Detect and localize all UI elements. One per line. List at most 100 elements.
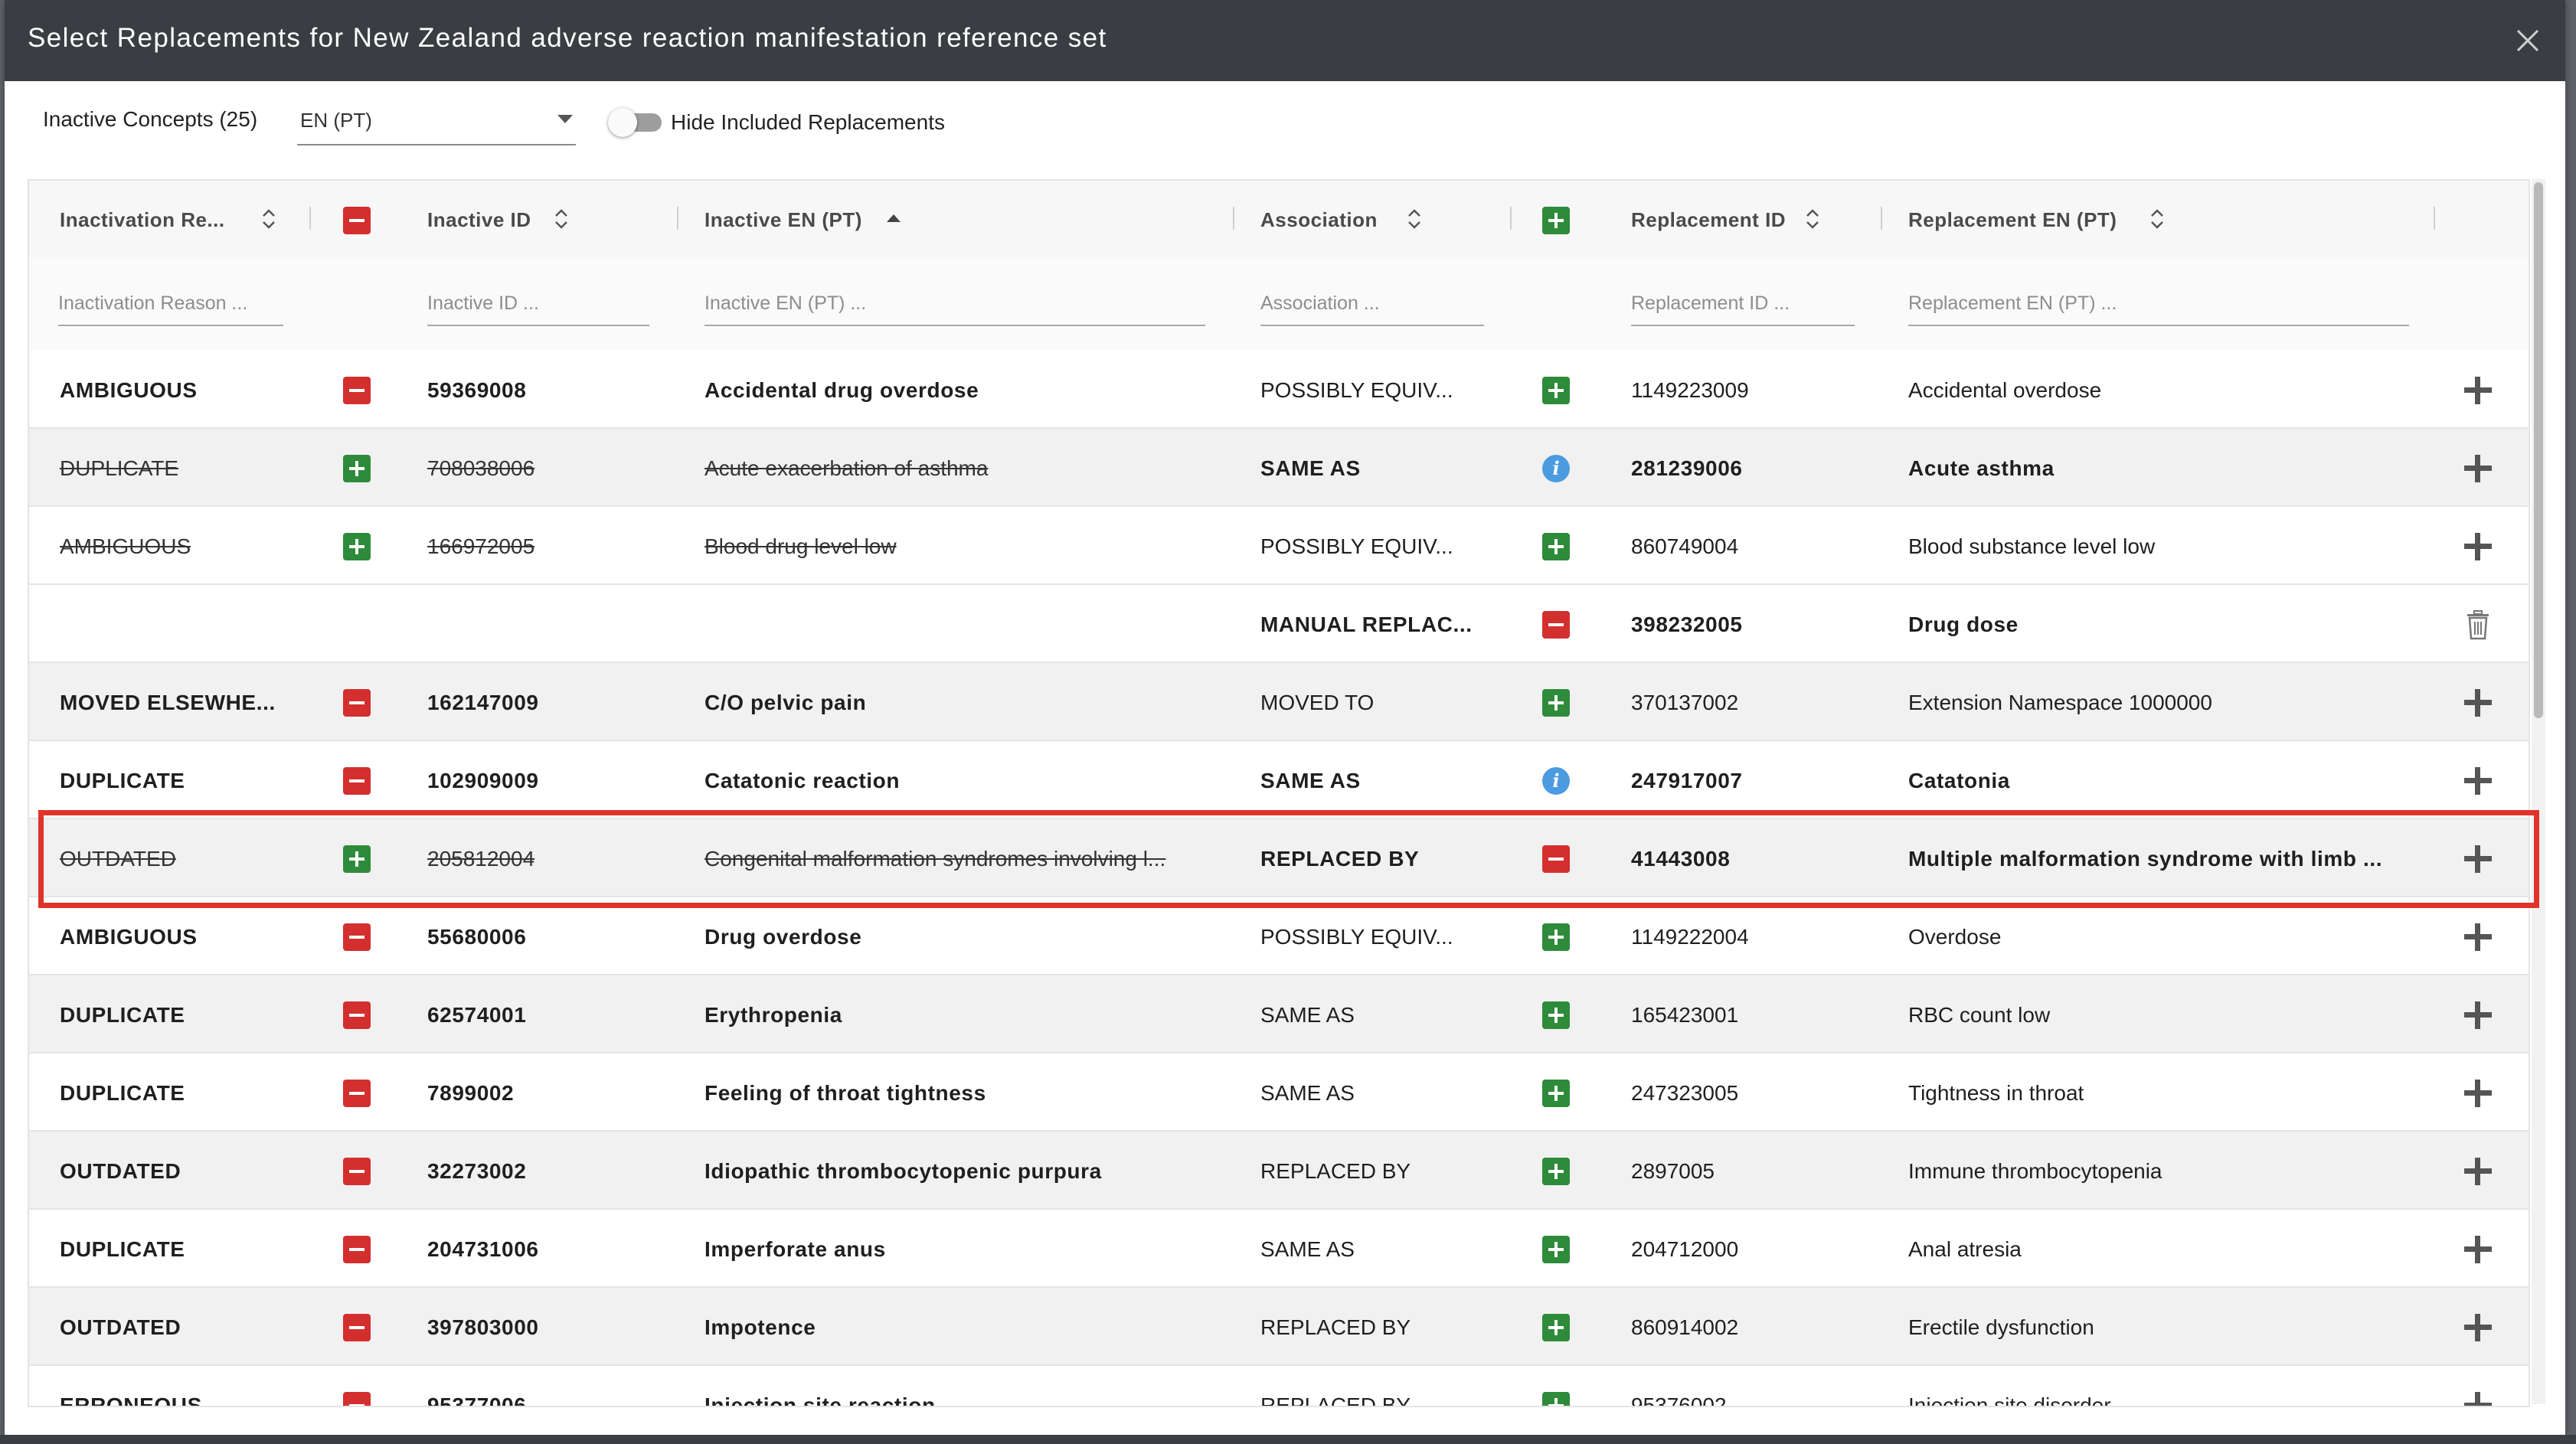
trash-icon[interactable]	[2461, 608, 2495, 642]
cell-inactivation-reason: DUPLICATE	[60, 456, 179, 480]
sort-icon[interactable]	[260, 207, 277, 231]
plus-icon[interactable]	[2461, 764, 2495, 798]
table-row[interactable]: DUPLICATE 708038006 Acute exacerbation o…	[29, 429, 2529, 507]
remove-icon[interactable]	[343, 923, 371, 951]
add-icon[interactable]	[1542, 1392, 1570, 1406]
column-separator[interactable]	[1233, 207, 1234, 230]
add-icon[interactable]	[343, 533, 371, 560]
add-icon[interactable]	[343, 455, 371, 482]
plus-icon[interactable]	[2461, 842, 2495, 876]
language-select[interactable]: EN (PT)	[297, 104, 576, 145]
cell-association: MANUAL REPLAC...	[1260, 613, 1473, 636]
filter-inactive-id-input[interactable]: Inactive ID ...	[427, 292, 649, 326]
plus-icon[interactable]	[2461, 1076, 2495, 1110]
replacement-dialog: Select Replacements for New Zealand adve…	[5, 0, 2565, 1435]
table-scrollbar[interactable]	[2532, 179, 2545, 1404]
cell-inactivation-reason: OUTDATED	[60, 1159, 181, 1183]
remove-icon[interactable]	[343, 1236, 371, 1263]
info-icon[interactable]: i	[1542, 767, 1570, 795]
cell-inactive-id: 397803000	[427, 1315, 539, 1339]
col-header-inactive-id[interactable]: Inactive ID	[427, 208, 531, 232]
column-separator[interactable]	[2434, 207, 2435, 230]
add-icon[interactable]	[1542, 377, 1570, 404]
table-row[interactable]: AMBIGUOUS 166972005 Blood drug level low…	[29, 507, 2529, 585]
info-icon[interactable]: i	[1542, 455, 1570, 482]
sort-icon[interactable]	[1406, 207, 1423, 231]
sort-icon[interactable]	[1804, 207, 1821, 231]
add-icon[interactable]	[1542, 689, 1570, 717]
add-icon[interactable]	[1542, 1001, 1570, 1029]
table-row[interactable]: DUPLICATE 62574001 Erythropenia SAME AS …	[29, 975, 2529, 1054]
close-button[interactable]	[2507, 20, 2548, 61]
filter-replacement-id-input[interactable]: Replacement ID ...	[1631, 292, 1855, 326]
cell-replacement-id: 1149223009	[1631, 378, 1749, 402]
remove-icon[interactable]	[343, 1392, 371, 1406]
cell-association: POSSIBLY EQUIV...	[1260, 925, 1453, 949]
col-header-replacement-id[interactable]: Replacement ID	[1631, 208, 1786, 232]
sort-asc-icon[interactable]	[885, 207, 902, 231]
plus-icon[interactable]	[2461, 1155, 2495, 1188]
scrollbar-thumb[interactable]	[2534, 182, 2543, 718]
col-header-inactive-en[interactable]: Inactive EN (PT)	[704, 208, 862, 232]
cell-inactivation-reason: ERRONEOUS	[60, 1393, 202, 1407]
remove-icon[interactable]	[343, 767, 371, 795]
table-row[interactable]: ERRONEOUS 95377006 Injection site reacti…	[29, 1366, 2529, 1407]
filter-replacement-en-input[interactable]: Replacement EN (PT) ...	[1908, 292, 2409, 326]
table-row[interactable]: OUTDATED 205812004 Congenital malformati…	[29, 819, 2529, 897]
remove-icon[interactable]	[343, 1158, 371, 1185]
cell-replacement-id: 247917007	[1631, 769, 1743, 792]
plus-icon[interactable]	[2461, 452, 2495, 485]
table-row[interactable]: DUPLICATE 102909009 Catatonic reaction S…	[29, 741, 2529, 819]
plus-icon[interactable]	[2461, 1311, 2495, 1344]
remove-icon[interactable]	[343, 689, 371, 717]
column-separator[interactable]	[677, 207, 678, 230]
add-all-icon[interactable]	[1542, 207, 1570, 234]
plus-icon[interactable]	[2461, 374, 2495, 407]
cell-replacement-en: RBC count low	[1908, 1003, 2051, 1027]
plus-icon[interactable]	[2461, 920, 2495, 954]
cell-inactivation-reason: OUTDATED	[60, 1315, 181, 1339]
remove-icon[interactable]	[343, 1080, 371, 1107]
toolbar: Inactive Concepts (25) EN (PT) Hide Incl…	[5, 81, 2565, 179]
hide-included-toggle[interactable]	[608, 108, 663, 137]
add-icon[interactable]	[1542, 1158, 1570, 1185]
filter-inactive-en-input[interactable]: Inactive EN (PT) ...	[704, 292, 1205, 326]
plus-icon[interactable]	[2461, 998, 2495, 1032]
col-header-replacement-en[interactable]: Replacement EN (PT)	[1908, 208, 2117, 232]
filter-reason-input[interactable]: Inactivation Reason ...	[58, 292, 283, 326]
column-separator[interactable]	[1510, 207, 1512, 230]
table-row[interactable]: MOVED ELSEWHE... 162147009 C/O pelvic pa…	[29, 663, 2529, 741]
add-icon[interactable]	[1542, 1080, 1570, 1107]
remove-icon[interactable]	[343, 377, 371, 404]
plus-icon[interactable]	[2461, 686, 2495, 720]
plus-icon[interactable]	[2461, 1389, 2495, 1406]
column-separator[interactable]	[309, 207, 311, 230]
remove-icon[interactable]	[1542, 611, 1570, 639]
filter-association-input[interactable]: Association ...	[1260, 292, 1484, 326]
column-separator[interactable]	[1881, 207, 1882, 230]
col-header-association[interactable]: Association	[1260, 208, 1378, 232]
table-row[interactable]: AMBIGUOUS 59369008 Accidental drug overd…	[29, 351, 2529, 429]
table-row[interactable]: AMBIGUOUS 55680006 Drug overdose POSSIBL…	[29, 897, 2529, 975]
table-row[interactable]: OUTDATED 397803000 Impotence REPLACED BY…	[29, 1288, 2529, 1366]
remove-icon[interactable]	[1542, 845, 1570, 873]
add-icon[interactable]	[1542, 533, 1570, 560]
add-icon[interactable]	[1542, 1236, 1570, 1263]
plus-icon[interactable]	[2461, 1233, 2495, 1266]
table-row[interactable]: DUPLICATE 204731006 Imperforate anus SAM…	[29, 1210, 2529, 1288]
table-row[interactable]: MANUAL REPLAC... 398232005 Drug dose	[29, 585, 2529, 663]
sort-icon[interactable]	[2149, 207, 2166, 231]
col-header-reason[interactable]: Inactivation Re...	[60, 208, 225, 232]
plus-icon[interactable]	[2461, 530, 2495, 564]
remove-icon[interactable]	[343, 1001, 371, 1029]
remove-all-icon[interactable]	[343, 207, 371, 234]
sort-icon[interactable]	[553, 207, 570, 231]
add-icon[interactable]	[343, 845, 371, 873]
add-icon[interactable]	[1542, 923, 1570, 951]
table-row[interactable]: OUTDATED 32273002 Idiopathic thrombocyto…	[29, 1132, 2529, 1210]
add-icon[interactable]	[1542, 1314, 1570, 1341]
table-row[interactable]: DUPLICATE 7899002 Feeling of throat tigh…	[29, 1054, 2529, 1132]
remove-icon[interactable]	[343, 1314, 371, 1341]
cell-association: POSSIBLY EQUIV...	[1260, 534, 1453, 558]
cell-inactive-en: Erythropenia	[704, 1003, 842, 1027]
